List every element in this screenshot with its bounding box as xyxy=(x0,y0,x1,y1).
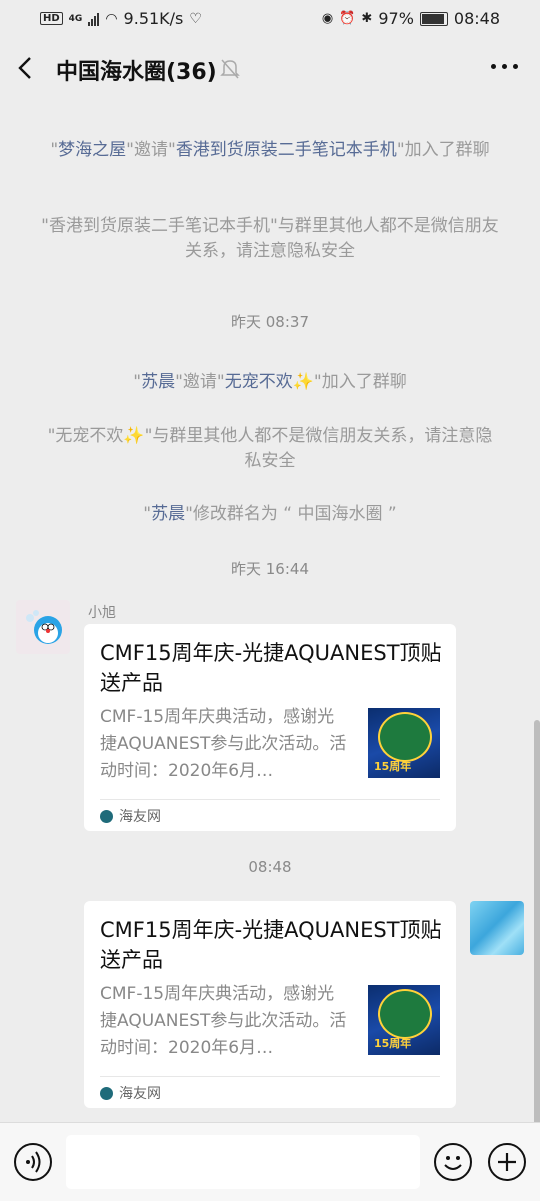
status-bar: HD 4G ◠ 9.51K/s ♡ ◉ ⏰ ✱ 97% 08:48 xyxy=(0,0,540,36)
card-source: 海友网 xyxy=(100,806,161,826)
card-thumbnail: 15周年 xyxy=(368,985,440,1055)
timestamp: 昨天 08:37 xyxy=(231,313,309,331)
mute-bell-icon xyxy=(220,59,240,79)
source-name: 海友网 xyxy=(119,1086,161,1102)
system-message-privacy-1: "香港到货原装二手笔记本手机"与群里其他人都不是微信朋友关系，请注意隐私安全 xyxy=(41,216,499,261)
alarm-icon: ⏰ xyxy=(339,11,356,26)
link-card-message[interactable]: CMF15周年庆-光捷AQUANEST顶贴送产品 CMF-15周年庆典活动，感谢… xyxy=(84,624,456,831)
battery-icon xyxy=(419,11,448,26)
card-title: CMF15周年庆-光捷AQUANEST顶贴送产品 xyxy=(100,641,442,695)
plus-sign-icon xyxy=(498,1153,516,1171)
signal-icon xyxy=(88,12,100,26)
source-logo-icon xyxy=(100,809,113,823)
avatar[interactable] xyxy=(470,901,524,955)
thumbnail-badge: 15周年 xyxy=(374,760,412,773)
network-type: 4G xyxy=(68,13,83,24)
card-thumbnail: 15周年 xyxy=(368,708,440,778)
user-name-link[interactable]: 梦海之屋 xyxy=(58,140,126,160)
logo-icon xyxy=(378,712,432,762)
heart-icon: ♡ xyxy=(189,10,202,27)
card-description: CMF-15周年庆典活动，感谢光捷AQUANEST参与此次活动。活动时间：202… xyxy=(100,984,347,1058)
logo-icon xyxy=(378,989,432,1039)
source-name: 海友网 xyxy=(119,809,161,825)
system-message-invite-1: "梦海之屋"邀请"香港到货原装二手笔记本手机"加入了群聊 xyxy=(50,140,490,160)
battery-percent: 97% xyxy=(378,9,414,28)
hd-indicator: HD xyxy=(40,12,63,25)
user-name-link[interactable]: 苏晨 xyxy=(151,504,185,524)
title-bar: 中国海水圈(36) xyxy=(0,36,540,102)
user-name-link[interactable]: 无宠不欢✨ xyxy=(225,372,314,392)
user-name-link[interactable]: 苏晨 xyxy=(141,372,175,392)
back-arrow-icon[interactable] xyxy=(14,56,38,80)
bluetooth-icon: ✱ xyxy=(361,11,373,26)
sender-name: 小旭 xyxy=(88,605,116,621)
message-input[interactable] xyxy=(66,1135,420,1189)
scrollbar[interactable] xyxy=(534,720,540,1125)
voice-icon[interactable] xyxy=(14,1143,52,1181)
clock: 08:48 xyxy=(453,9,500,28)
doraemon-avatar-icon xyxy=(26,610,62,644)
input-bar xyxy=(0,1122,540,1201)
system-message-invite-2: "苏晨"邀请"无宠不欢✨"加入了群聊 xyxy=(133,372,407,392)
source-logo-icon xyxy=(100,1086,113,1100)
vibrate-icon: ◉ xyxy=(321,11,334,26)
plus-icon[interactable] xyxy=(488,1143,526,1181)
emoji-icon[interactable] xyxy=(434,1143,472,1181)
network-speed: 9.51K/s xyxy=(123,9,184,28)
card-title: CMF15周年庆-光捷AQUANEST顶贴送产品 xyxy=(100,918,442,972)
thumbnail-badge: 15周年 xyxy=(374,1037,412,1050)
timestamp: 08:48 xyxy=(248,858,292,876)
voice-wave-icon xyxy=(26,1151,41,1173)
card-description: CMF-15周年庆典活动，感谢光捷AQUANEST参与此次活动。活动时间：202… xyxy=(100,707,347,781)
divider xyxy=(100,799,440,800)
smile-face-icon xyxy=(444,1156,462,1170)
system-message-rename: "苏晨"修改群名为 “ 中国海水圈 ” xyxy=(143,504,397,524)
more-options-icon[interactable] xyxy=(491,64,518,69)
link-card-message[interactable]: CMF15周年庆-光捷AQUANEST顶贴送产品 CMF-15周年庆典活动，感谢… xyxy=(84,901,456,1108)
avatar[interactable] xyxy=(16,600,70,654)
divider xyxy=(100,1076,440,1077)
user-name-link[interactable]: 香港到货原装二手笔记本手机 xyxy=(176,140,397,160)
card-source: 海友网 xyxy=(100,1083,161,1103)
system-message-privacy-2: "无宠不欢✨"与群里其他人都不是微信朋友关系，请注意隐私安全 xyxy=(47,426,493,471)
wifi-icon: ◠ xyxy=(105,10,118,27)
chat-title: 中国海水圈(36) xyxy=(56,60,217,85)
timestamp: 昨天 16:44 xyxy=(231,560,309,578)
